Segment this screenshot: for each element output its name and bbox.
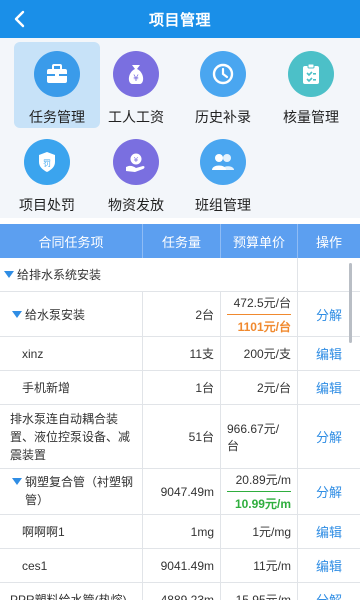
task-price: 966.67元/台 xyxy=(221,405,298,468)
edit-button[interactable]: 编辑 xyxy=(316,378,342,397)
function-menu: 任务管理 ¥ 工人工资 历史补录 核量管理 罚 项目处罚 ¥ 物资发放 班组管理 xyxy=(0,38,360,218)
task-price-cell: 20.89元/m 10.99元/m xyxy=(221,469,298,514)
table-header: 合同任务项 任务量 预算单价 操作 xyxy=(0,224,360,258)
task-qty: 1mg xyxy=(143,515,221,548)
task-price: 15.95元/m xyxy=(221,583,298,600)
menu-item-team-management[interactable]: 班组管理 xyxy=(180,130,266,216)
task-name: 啊啊啊1 xyxy=(0,515,143,548)
column-header-unit-price: 预算单价 xyxy=(221,224,298,258)
menu-label: 项目处罚 xyxy=(19,197,75,213)
menu-label: 任务管理 xyxy=(29,109,85,125)
task-price-secondary: 10.99元/m xyxy=(234,497,291,511)
task-price-secondary: 1101元/台 xyxy=(237,319,291,334)
column-header-action: 操作 xyxy=(315,234,342,250)
task-price-cell: 472.5元/台 1101元/台 xyxy=(221,292,298,336)
action-cell: 编辑 xyxy=(298,515,360,548)
split-button[interactable]: 分解 xyxy=(316,482,342,501)
menu-item-project-penalty[interactable]: 罚 项目处罚 xyxy=(4,130,90,216)
split-button[interactable]: 分解 xyxy=(316,590,342,600)
price-divider xyxy=(227,313,291,315)
task-name: 排水泵连自动耦合装置、液位控泵设备、减震装置 xyxy=(0,405,143,468)
task-name: xinz xyxy=(0,337,143,370)
menu-label: 物资发放 xyxy=(108,197,164,213)
split-button[interactable]: 分解 xyxy=(316,305,342,324)
table-row: ces1 9041.49m 11元/m 编辑 xyxy=(0,549,360,583)
clipboard-icon xyxy=(288,51,334,97)
table-row: 手机新增 1台 2元/台 编辑 xyxy=(0,371,360,405)
menu-item-history-record[interactable]: 历史补录 xyxy=(180,42,266,128)
task-price: 11元/m xyxy=(221,549,298,582)
table-row: 钢塑复合管（衬塑钢管） 9047.49m 20.89元/m 10.99元/m 分… xyxy=(0,469,360,515)
expand-triangle-icon[interactable] xyxy=(12,478,22,485)
task-price: 2元/台 xyxy=(221,371,298,404)
menu-item-quantity-check[interactable]: 核量管理 xyxy=(268,42,354,128)
menu-label: 核量管理 xyxy=(283,109,339,125)
task-price: 200元/支 xyxy=(221,337,298,370)
group-name: 给排水系统安装 xyxy=(17,268,102,282)
menu-label: 工人工资 xyxy=(108,109,164,125)
task-qty: 51台 xyxy=(143,405,221,468)
task-table: 给排水系统安装 给水泵安装 2台 472.5元/台 1101元/台 分解 xin… xyxy=(0,258,360,600)
task-qty: 9047.49m xyxy=(143,469,221,514)
menu-item-material-distribution[interactable]: ¥ 物资发放 xyxy=(93,130,179,216)
task-name-cell: 给水泵安装 xyxy=(0,292,143,336)
action-cell: 分解 xyxy=(298,405,360,468)
split-button[interactable]: 分解 xyxy=(316,427,342,446)
action-cell: 分解 xyxy=(298,469,360,514)
top-bar: 项目管理 xyxy=(0,0,360,38)
column-header-quantity: 任务量 xyxy=(143,224,221,258)
edit-button[interactable]: 编辑 xyxy=(316,344,342,363)
task-qty: 2台 xyxy=(143,292,221,336)
column-header-task-item: 合同任务项 xyxy=(0,224,143,258)
briefcase-icon xyxy=(34,51,80,97)
task-name: PPR塑料给水管(热熔) xyxy=(0,583,143,600)
menu-label: 历史补录 xyxy=(195,109,251,125)
task-qty: 1台 xyxy=(143,371,221,404)
clock-icon xyxy=(200,51,246,97)
svg-text:¥: ¥ xyxy=(134,156,139,164)
task-qty: 4889.23m xyxy=(143,583,221,600)
shield-icon: 罚 xyxy=(24,139,70,185)
back-button[interactable] xyxy=(8,7,32,31)
price-divider xyxy=(227,491,291,492)
edit-button[interactable]: 编辑 xyxy=(316,556,342,575)
table-row: 排水泵连自动耦合装置、液位控泵设备、减震装置 51台 966.67元/台 分解 xyxy=(0,405,360,469)
hand-coin-icon: ¥ xyxy=(113,139,159,185)
table-row: xinz 11支 200元/支 编辑 xyxy=(0,337,360,371)
task-price: 1元/mg xyxy=(221,515,298,548)
task-name: 手机新增 xyxy=(0,371,143,404)
action-cell: 编辑 xyxy=(298,371,360,404)
menu-item-task-management[interactable]: 任务管理 xyxy=(14,42,100,128)
money-bag-icon: ¥ xyxy=(113,51,159,97)
page-title: 项目管理 xyxy=(148,11,211,29)
table-row: 给水泵安装 2台 472.5元/台 1101元/台 分解 xyxy=(0,292,360,337)
task-qty: 11支 xyxy=(143,337,221,370)
task-price: 20.89元/m xyxy=(235,473,291,487)
chevron-left-icon xyxy=(14,10,25,28)
svg-text:罚: 罚 xyxy=(43,159,51,168)
task-name: 给水泵安装 xyxy=(25,307,86,322)
task-price: 472.5元/台 xyxy=(233,295,291,310)
task-qty: 9041.49m xyxy=(143,549,221,582)
edit-button[interactable]: 编辑 xyxy=(316,522,342,541)
menu-label: 班组管理 xyxy=(195,197,251,213)
task-name-cell: 钢塑复合管（衬塑钢管） xyxy=(0,469,143,514)
menu-item-worker-wages[interactable]: ¥ 工人工资 xyxy=(93,42,179,128)
scrollbar[interactable] xyxy=(349,263,352,343)
table-row: 啊啊啊1 1mg 1元/mg 编辑 xyxy=(0,515,360,549)
group-cell: 给排水系统安装 xyxy=(0,258,298,291)
task-name: ces1 xyxy=(0,549,143,582)
action-cell: 分解 xyxy=(298,583,360,600)
expand-triangle-icon xyxy=(4,271,14,278)
expand-triangle-icon[interactable] xyxy=(12,310,22,318)
task-name: 钢塑复合管（衬塑钢管） xyxy=(25,475,134,507)
group-row[interactable]: 给排水系统安装 xyxy=(0,258,360,292)
table-row: PPR塑料给水管(热熔) 4889.23m 15.95元/m 分解 xyxy=(0,583,360,600)
team-icon xyxy=(200,139,246,185)
action-cell: 编辑 xyxy=(298,549,360,582)
svg-text:¥: ¥ xyxy=(133,74,139,84)
